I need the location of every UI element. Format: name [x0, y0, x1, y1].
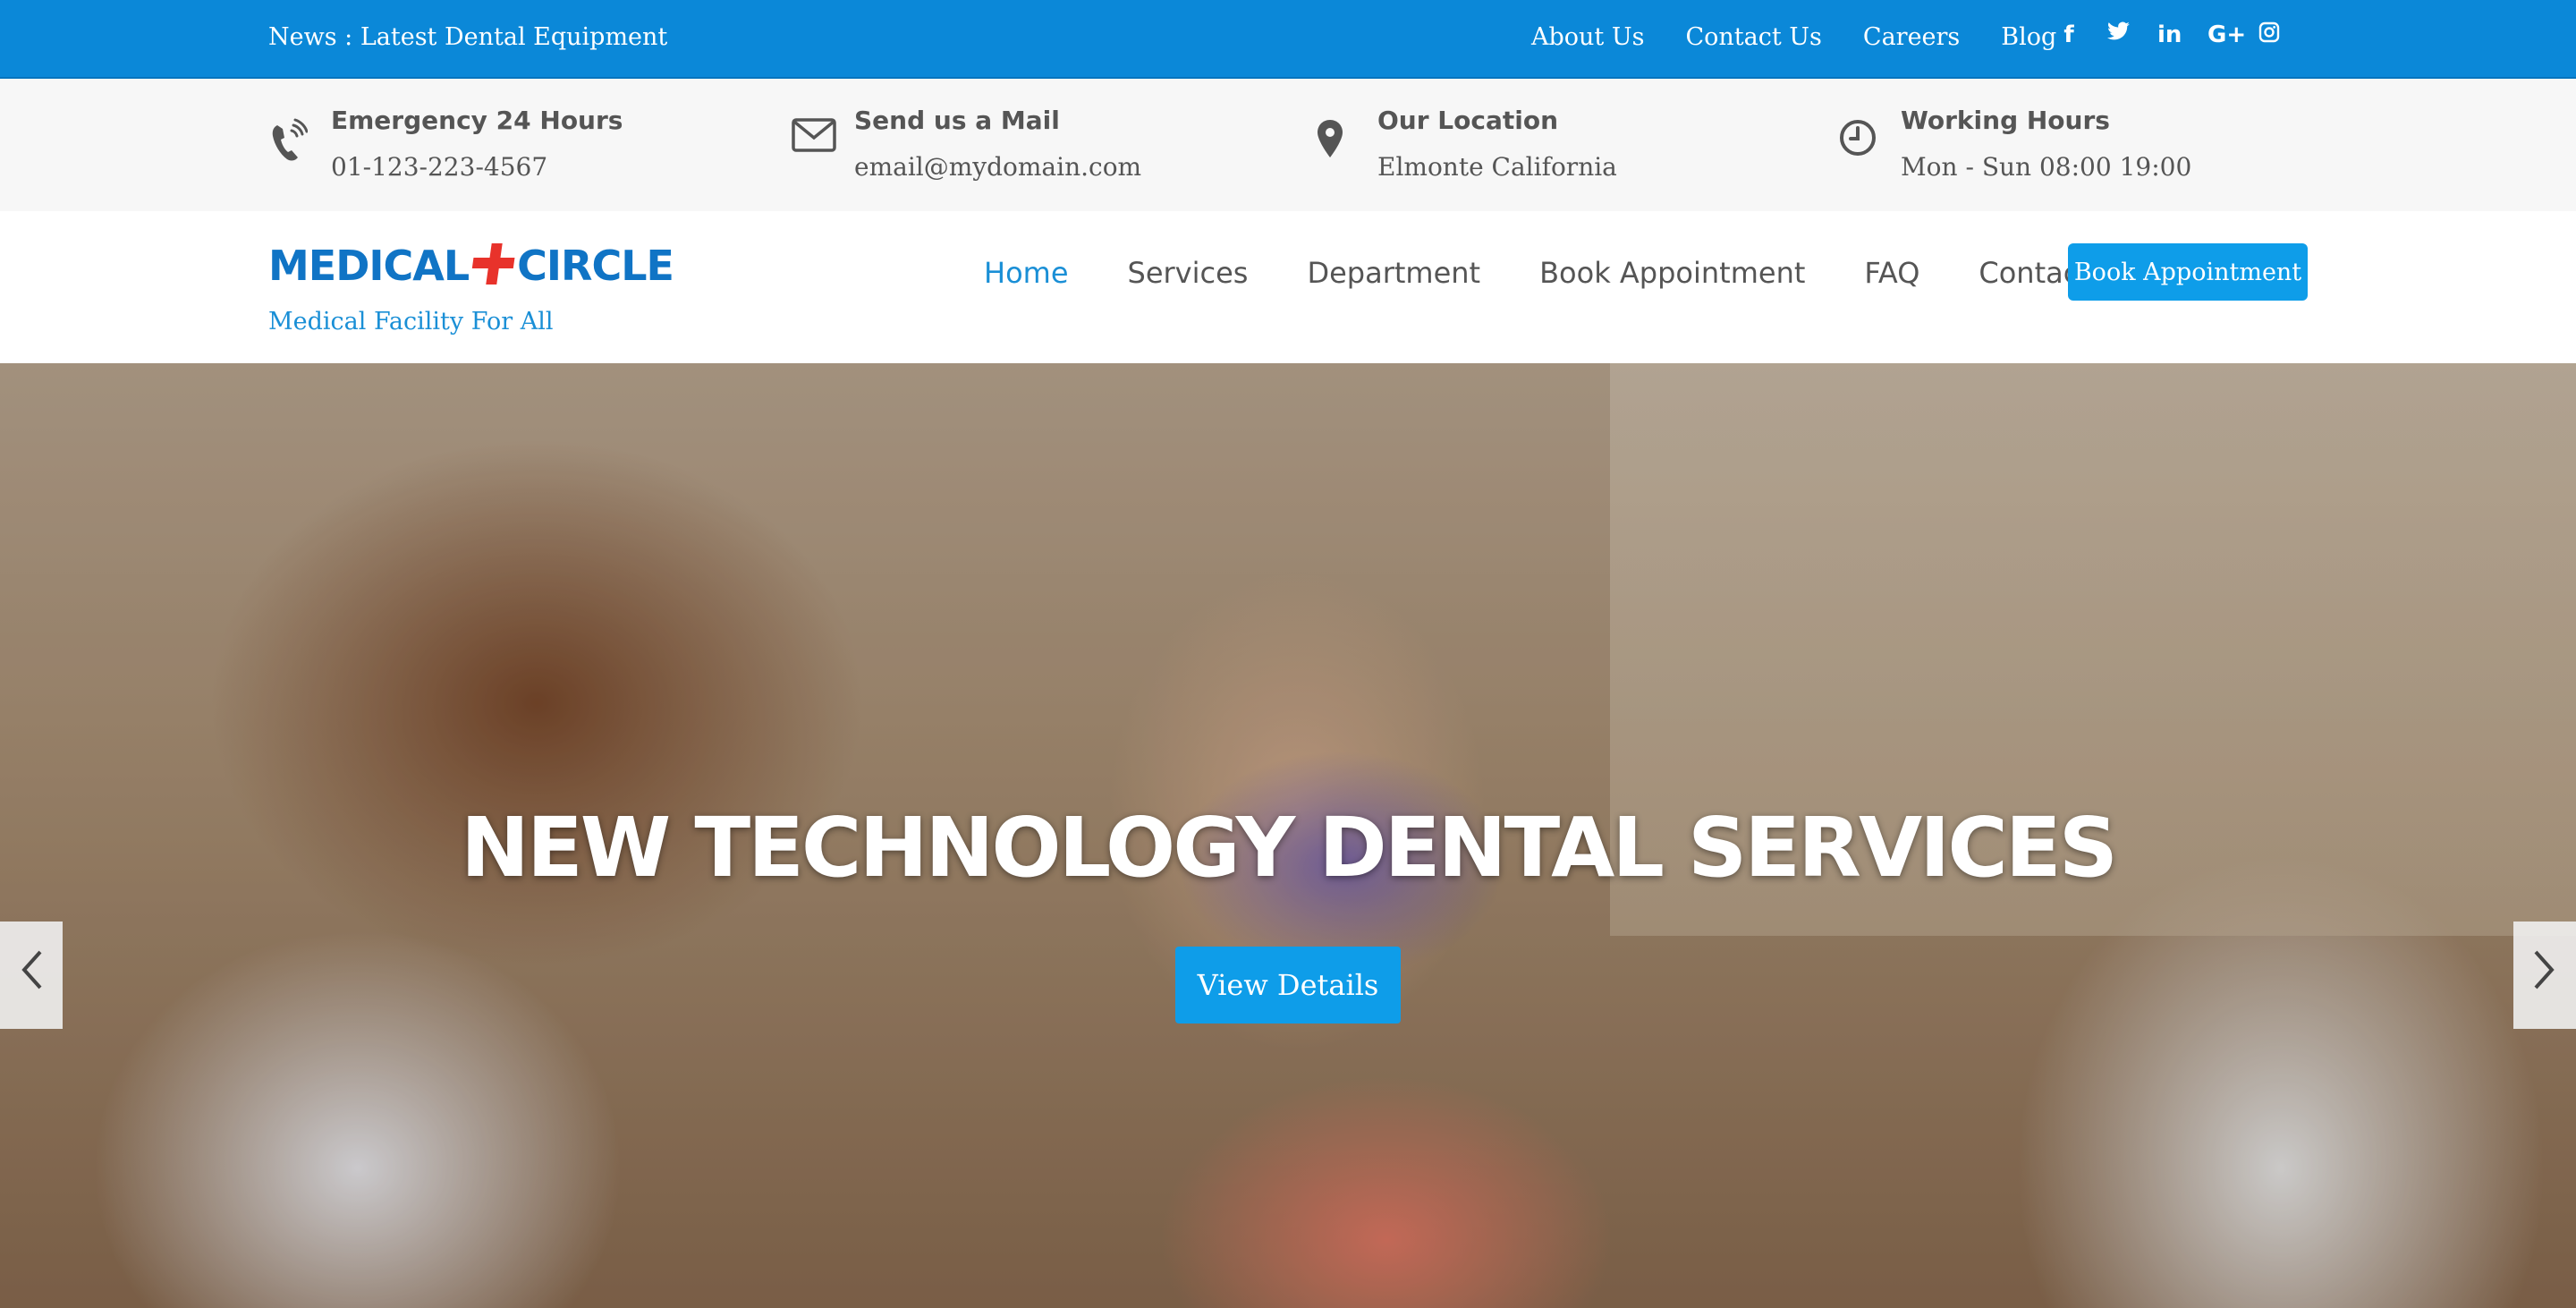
top-link-careers[interactable]: Careers — [1863, 23, 1960, 51]
info-value: Elmonte California — [1377, 152, 1617, 182]
main-header: MEDICAL CIRCLE Medical Facility For All … — [0, 211, 2576, 363]
contact-info-bar: Emergency 24 Hours 01-123-223-4567 Send … — [0, 79, 2576, 211]
slider-next-button[interactable] — [2513, 922, 2576, 1029]
site-tagline: Medical Facility For All — [268, 308, 554, 335]
logo-text-right: CIRCLE — [517, 242, 674, 290]
view-details-button[interactable]: View Details — [1175, 947, 1401, 1023]
top-link-about-us[interactable]: About Us — [1531, 23, 1644, 51]
main-navigation: Home Services Department Book Appointmen… — [984, 256, 2149, 290]
info-value[interactable]: email@mydomain.com — [854, 152, 1141, 182]
site-logo[interactable]: MEDICAL CIRCLE — [268, 242, 674, 290]
info-title: Working Hours — [1901, 106, 2110, 135]
news-ticker[interactable]: News : Latest Dental Equipment — [268, 23, 667, 51]
social-links: f in G+ — [2057, 21, 2281, 49]
location-pin-icon — [1315, 118, 1360, 163]
facebook-icon[interactable]: f — [2057, 21, 2080, 49]
top-link-blog[interactable]: Blog — [2001, 23, 2056, 51]
book-appointment-button[interactable]: Book Appointment — [2068, 243, 2308, 301]
mail-icon — [792, 118, 836, 163]
logo-text-left: MEDICAL — [268, 242, 470, 290]
info-title: Send us a Mail — [854, 106, 1060, 135]
chevron-left-icon — [19, 948, 44, 1003]
instagram-icon[interactable] — [2258, 21, 2281, 49]
clock-icon — [1838, 118, 1883, 163]
nav-faq[interactable]: FAQ — [1864, 256, 1919, 290]
nav-services[interactable]: Services — [1128, 256, 1249, 290]
top-bar: News : Latest Dental Equipment About Us … — [0, 0, 2576, 79]
info-value: Mon - Sun 08:00 19:00 — [1901, 152, 2192, 182]
chevron-right-icon — [2532, 948, 2557, 1003]
info-title: Emergency 24 Hours — [331, 106, 623, 135]
hero-title: NEW TECHNOLOGY DENTAL SERVICES — [460, 800, 2118, 896]
google-plus-icon[interactable]: G+ — [2207, 21, 2246, 49]
info-value[interactable]: 01-123-223-4567 — [331, 152, 547, 182]
hero-slider: NEW TECHNOLOGY DENTAL SERVICES View Deta… — [0, 363, 2576, 1308]
twitter-icon[interactable] — [2107, 21, 2131, 49]
nav-book-appointment[interactable]: Book Appointment — [1539, 256, 1805, 290]
info-title: Our Location — [1377, 106, 1559, 135]
slider-prev-button[interactable] — [0, 922, 63, 1029]
linkedin-icon[interactable]: in — [2157, 21, 2182, 49]
nav-department[interactable]: Department — [1307, 256, 1480, 290]
top-links: About Us Contact Us Careers Blog — [1531, 23, 2097, 51]
phone-icon — [268, 118, 313, 163]
nav-home[interactable]: Home — [984, 256, 1069, 290]
medical-cross-icon — [470, 242, 515, 290]
top-link-contact-us[interactable]: Contact Us — [1685, 23, 1821, 51]
